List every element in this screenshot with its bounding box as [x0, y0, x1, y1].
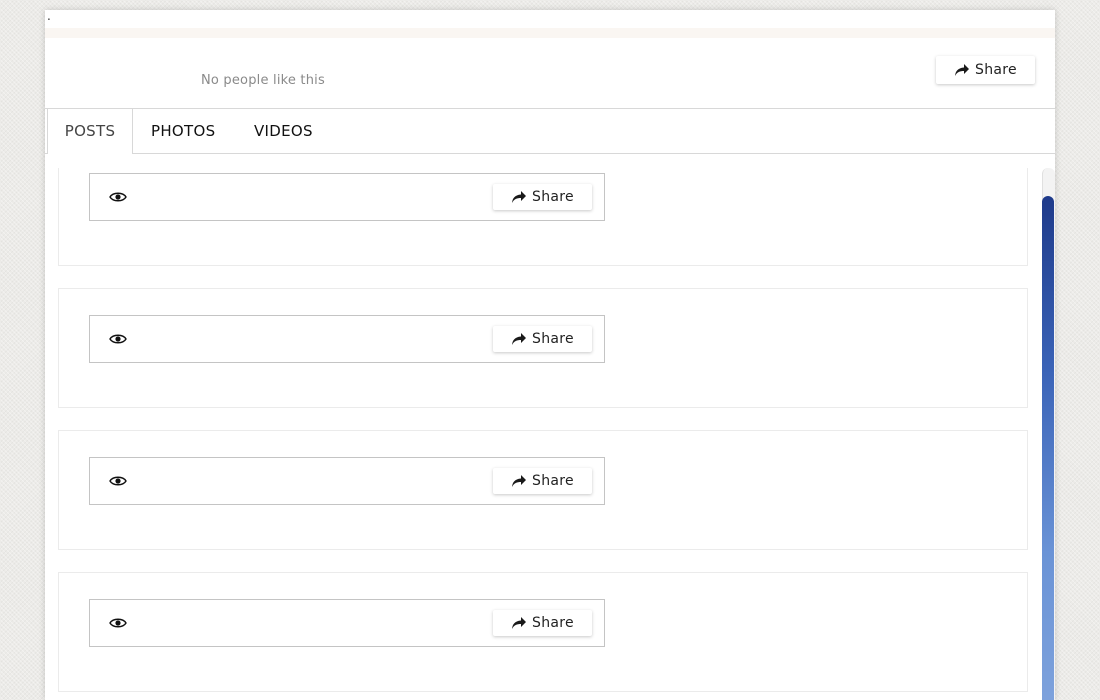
post-action-bar: Share: [89, 599, 605, 647]
post-action-bar: Share: [89, 315, 605, 363]
share-label: Share: [532, 473, 574, 489]
profile-tabs: POSTS PHOTOS VIDEOS: [45, 108, 1055, 154]
share-icon: [512, 475, 527, 487]
top-dot: .: [47, 10, 51, 23]
cover-band: [45, 28, 1055, 38]
posts-feed: Share Share Share Share: [45, 168, 1040, 698]
share-label: Share: [532, 189, 574, 205]
share-label: Share: [532, 331, 574, 347]
share-icon: [512, 191, 527, 203]
post-card: Share: [58, 288, 1028, 408]
eye-icon: [109, 334, 127, 344]
share-label: Share: [532, 615, 574, 631]
post-share-button[interactable]: Share: [493, 184, 592, 210]
tab-videos[interactable]: VIDEOS: [254, 109, 313, 153]
header-share-button[interactable]: Share: [936, 56, 1035, 84]
post-action-bar: Share: [89, 457, 605, 505]
post-card: Share: [58, 168, 1028, 266]
share-icon: [955, 64, 970, 76]
eye-icon: [109, 476, 127, 486]
post-share-button[interactable]: Share: [493, 468, 592, 494]
eye-icon: [109, 192, 127, 202]
post-action-bar: Share: [89, 173, 605, 221]
likes-count-text: No people like this: [201, 73, 325, 88]
post-share-button[interactable]: Share: [493, 326, 592, 352]
post-share-button[interactable]: Share: [493, 610, 592, 636]
share-icon: [512, 617, 527, 629]
share-icon: [512, 333, 527, 345]
top-strip: .: [45, 10, 1055, 28]
share-label: Share: [975, 62, 1017, 78]
post-card: Share: [58, 430, 1028, 550]
profile-panel: . No people like this Share POSTS PHOTOS…: [45, 10, 1055, 700]
tab-posts[interactable]: POSTS: [47, 109, 133, 154]
tab-photos[interactable]: PHOTOS: [151, 109, 215, 153]
feed-scrollbar-thumb[interactable]: [1042, 196, 1054, 700]
eye-icon: [109, 618, 127, 628]
post-card: Share: [58, 572, 1028, 692]
